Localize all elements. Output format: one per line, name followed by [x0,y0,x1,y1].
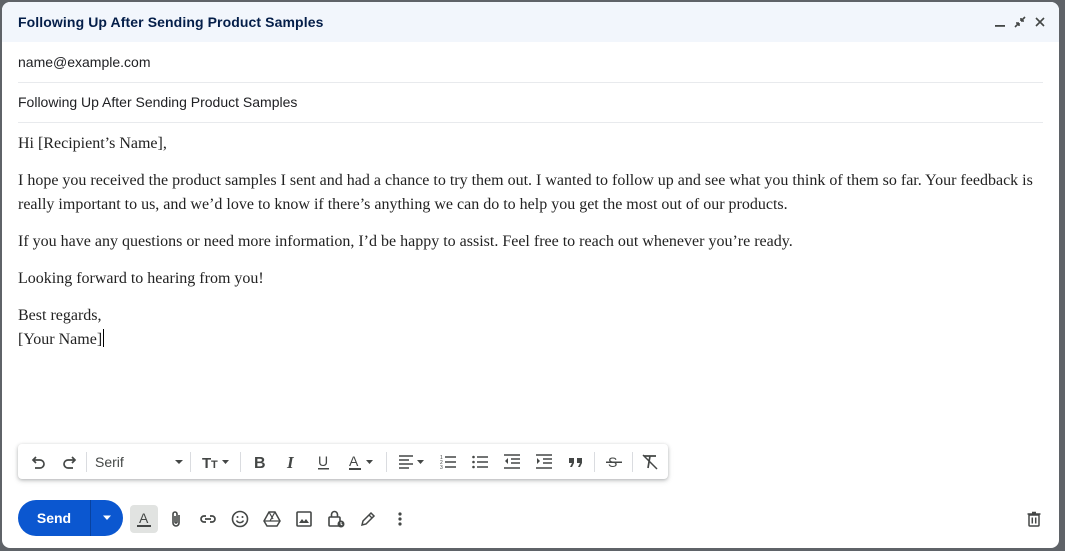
subject-field[interactable]: Following Up After Sending Product Sampl… [18,82,1043,123]
text-cursor [103,329,105,347]
bold-icon[interactable]: B [248,450,272,474]
close-icon[interactable] [1030,12,1050,32]
confidential-icon[interactable] [322,505,350,533]
chevron-down-icon [103,515,111,520]
formatting-options-icon[interactable]: A [130,505,158,533]
svg-text:3: 3 [440,465,443,471]
strikethrough-icon[interactable]: S [602,450,626,474]
undo-icon[interactable] [26,450,50,474]
svg-text:B: B [254,455,266,471]
svg-text:I: I [286,453,295,471]
text-size-icon[interactable]: TT [198,450,234,474]
indent-less-icon[interactable] [500,450,524,474]
paragraph-3: Looking forward to hearing from you! [18,270,264,287]
recipients-field[interactable]: name@example.com [18,42,1043,83]
svg-text:T: T [202,455,211,471]
paragraph-2: If you have any questions or need more i… [18,233,793,250]
emoji-icon[interactable] [226,505,254,533]
svg-text:A: A [349,453,359,469]
formatting-toolbar: Serif TT B I U A 123 S [18,444,668,479]
send-button-group: Send [18,500,123,536]
font-family-value: Serif [95,454,124,470]
remove-formatting-icon[interactable] [638,450,662,474]
signature-line: [Your Name] [18,328,1043,352]
quote-icon[interactable] [564,450,588,474]
svg-text:A: A [139,510,149,526]
separator [240,452,241,472]
schedule-send-dropdown[interactable] [91,500,123,536]
exit-fullscreen-icon[interactable] [1010,12,1030,32]
closing: Best regards, [18,307,102,324]
minimize-icon[interactable] [990,12,1010,32]
svg-text:U: U [318,453,328,469]
redo-icon[interactable] [58,450,82,474]
separator [190,452,191,472]
signature-icon[interactable] [354,505,382,533]
message-body[interactable]: Hi [Recipient’s Name], I hope you receiv… [18,132,1043,352]
underline-icon[interactable]: U [312,450,336,474]
photo-icon[interactable] [290,505,318,533]
svg-text:T: T [211,459,218,471]
separator [386,452,387,472]
separator [86,452,87,472]
chevron-down-icon [175,460,183,464]
paragraph-1: I hope you received the product samples … [18,172,1033,213]
indent-more-icon[interactable] [532,450,556,474]
separator [594,452,595,472]
drive-icon[interactable] [258,505,286,533]
subject-text[interactable]: Following Up After Sending Product Sampl… [18,94,297,110]
link-icon[interactable] [194,505,222,533]
send-button[interactable]: Send [18,500,90,536]
compose-titlebar[interactable]: Following Up After Sending Product Sampl… [2,2,1059,42]
align-icon[interactable] [394,450,430,474]
recipient-address[interactable]: name@example.com [18,54,151,70]
numbered-list-icon[interactable]: 123 [436,450,460,474]
separator [632,452,633,472]
signature-text: [Your Name] [18,331,103,348]
attach-icon[interactable] [162,505,190,533]
greeting: Hi [Recipient’s Name], [18,135,167,152]
text-color-icon[interactable]: A [344,450,380,474]
font-family-select[interactable]: Serif [90,450,186,474]
italic-icon[interactable]: I [280,450,304,474]
more-options-icon[interactable] [386,505,414,533]
compose-window: Following Up After Sending Product Sampl… [2,2,1059,548]
discard-icon[interactable] [1020,505,1048,533]
compose-title: Following Up After Sending Product Sampl… [18,14,324,30]
bulleted-list-icon[interactable] [468,450,492,474]
